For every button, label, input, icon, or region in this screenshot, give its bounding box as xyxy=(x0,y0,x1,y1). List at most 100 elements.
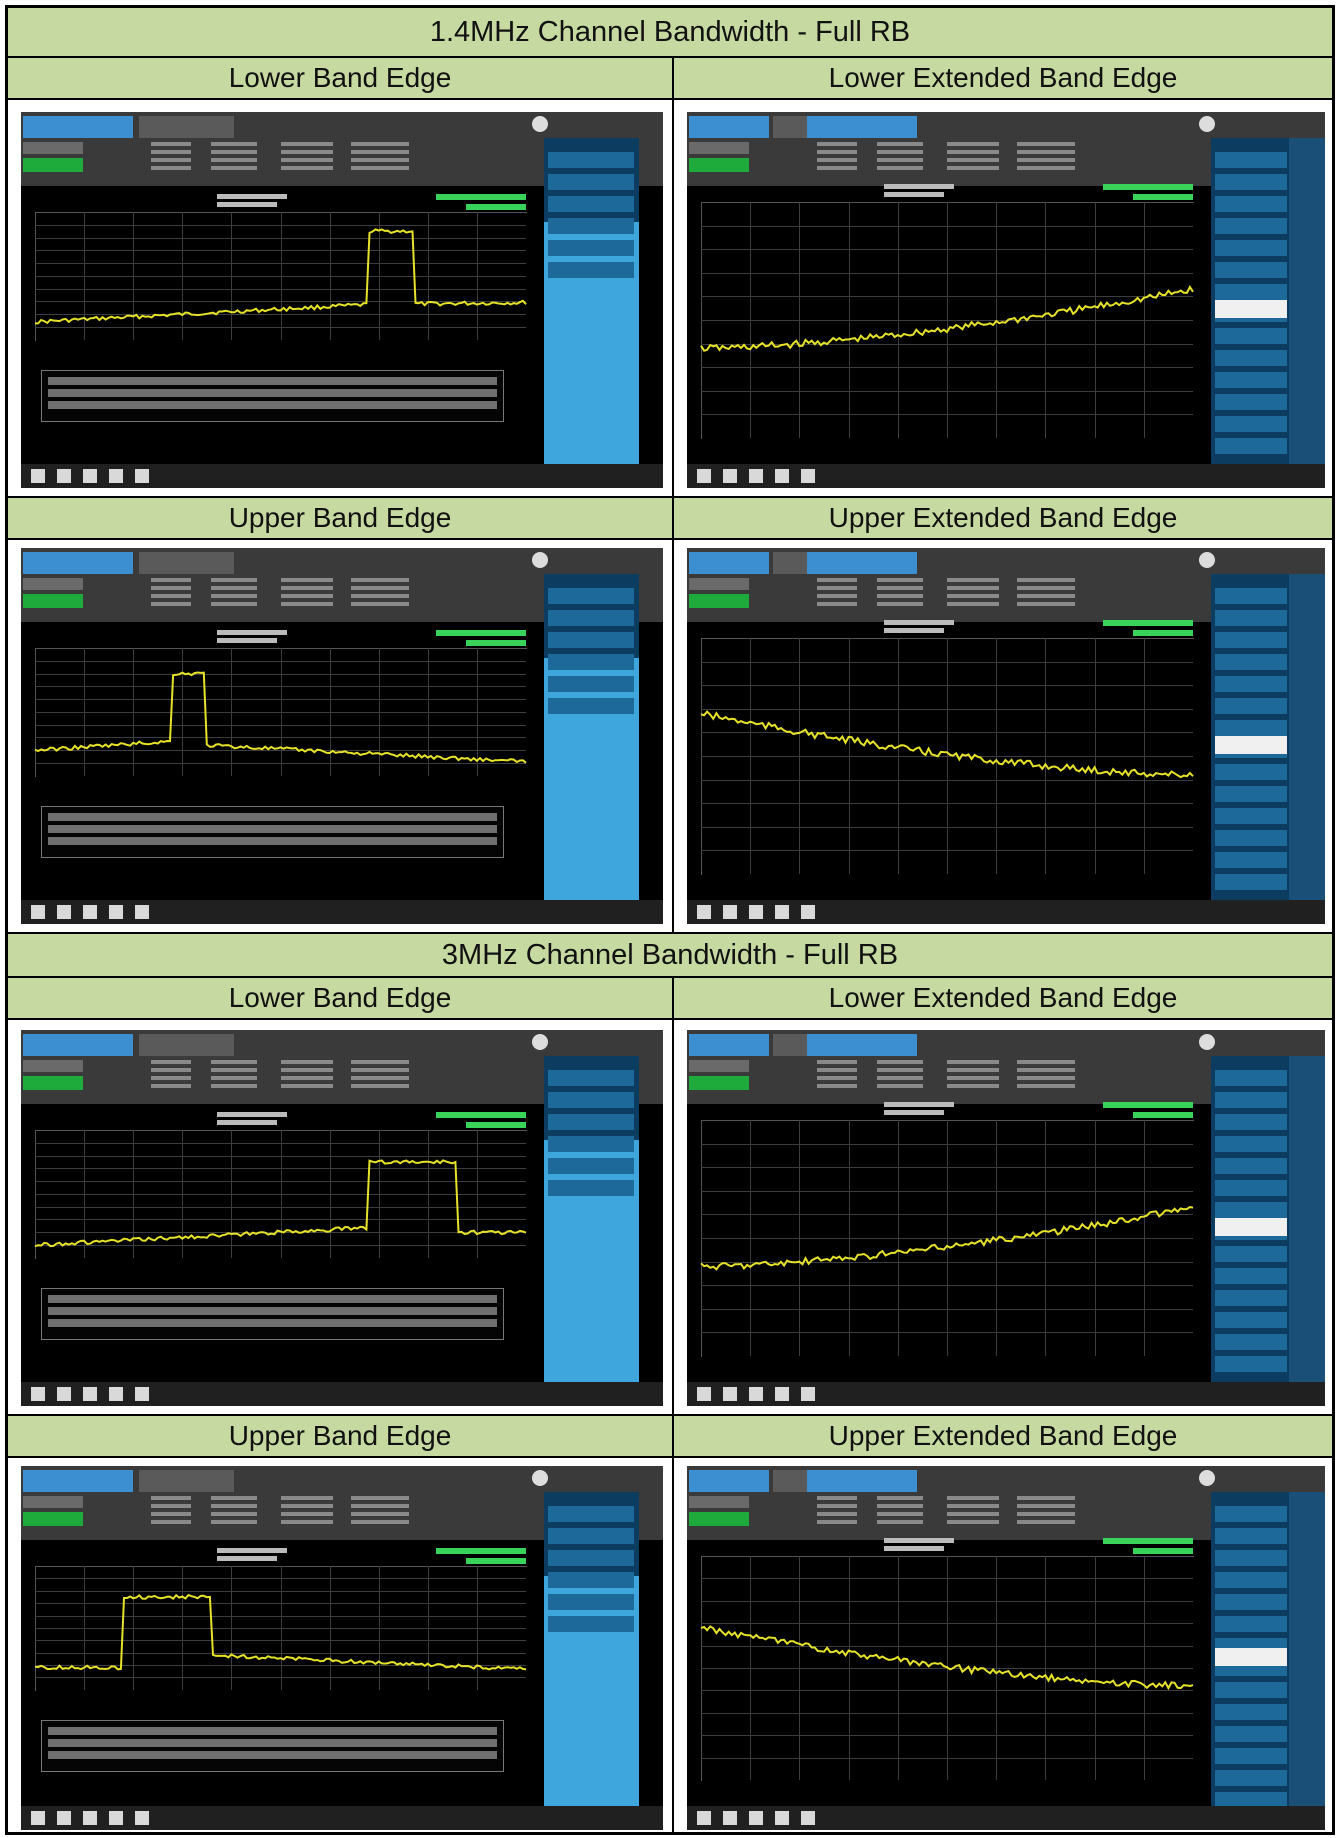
analyzer-screenshot xyxy=(21,548,663,924)
marker-table xyxy=(41,805,504,858)
toolbar-icon xyxy=(723,469,737,483)
toolbar-icon xyxy=(83,469,97,483)
trace-line xyxy=(34,1593,527,1671)
marker-table-row xyxy=(48,376,497,385)
cell-label-text: Upper Band Edge xyxy=(228,502,452,533)
toolbar-icon xyxy=(801,469,815,483)
trace-line xyxy=(34,1159,527,1248)
cell-label-text: Lower Band Edge xyxy=(228,982,452,1013)
analyzer-screenshot xyxy=(21,1466,663,1830)
toolbar-icon xyxy=(135,469,149,483)
toolbar-icon xyxy=(801,1811,815,1825)
divider xyxy=(672,100,674,496)
toolbar-icon xyxy=(697,1387,711,1401)
cell-label-text: Lower Extended Band Edge xyxy=(828,62,1178,93)
toolbar-icon xyxy=(109,1387,123,1401)
trace-line xyxy=(700,710,1194,779)
toolbar-icon xyxy=(697,905,711,919)
toolbar-icon xyxy=(775,1387,789,1401)
toolbar-icon xyxy=(31,1387,45,1401)
toolbar-icon xyxy=(775,905,789,919)
toolbar-icon xyxy=(801,1387,815,1401)
cell-label: Upper Band Edge xyxy=(8,1414,674,1458)
divider xyxy=(672,1458,674,1832)
spectrum-trace xyxy=(34,1593,527,1671)
toolbar-icon xyxy=(749,1811,763,1825)
toolbar-icon xyxy=(135,1811,149,1825)
toolbar-icon xyxy=(109,469,123,483)
analyzer-screenshot xyxy=(21,112,663,488)
trace-line xyxy=(34,671,527,764)
toolbar-icon xyxy=(83,1811,97,1825)
cell-label-text: Upper Extended Band Edge xyxy=(828,502,1178,533)
marker-table xyxy=(41,1287,504,1340)
toolbar-icon xyxy=(749,1387,763,1401)
toolbar-icon xyxy=(57,1811,71,1825)
toolbar-icon xyxy=(697,469,711,483)
trace-line xyxy=(700,1625,1194,1691)
trace-line xyxy=(700,1205,1194,1271)
toolbar-icon xyxy=(109,905,123,919)
cell-label: Lower Band Edge xyxy=(8,58,674,100)
cell-label: Lower Extended Band Edge xyxy=(674,58,1332,100)
cell-label: Upper Band Edge xyxy=(8,496,674,540)
section-title: 1.4MHz Channel Bandwidth - Full RB xyxy=(429,15,911,48)
spectrum-trace xyxy=(34,671,527,764)
toolbar-icon xyxy=(723,905,737,919)
marker-table-row xyxy=(48,400,497,409)
spectrum-trace xyxy=(700,710,1194,779)
results-table: 1.4MHz Channel Bandwidth - Full RB Lower… xyxy=(5,5,1335,1835)
analyzer-screenshot xyxy=(687,1030,1325,1406)
spectrum-trace xyxy=(700,1625,1194,1691)
analyzer-screenshot xyxy=(21,1030,663,1406)
toolbar-icon xyxy=(135,905,149,919)
section-header: 1.4MHz Channel Bandwidth - Full RB xyxy=(8,8,1332,58)
toolbar-icon xyxy=(83,1387,97,1401)
divider xyxy=(672,540,674,932)
spectrum-trace xyxy=(700,1205,1194,1271)
marker-table-row xyxy=(48,824,497,833)
toolbar-icon xyxy=(723,1387,737,1401)
marker-table-row xyxy=(48,1750,497,1759)
toolbar-icon xyxy=(109,1811,123,1825)
trace-line xyxy=(35,228,527,325)
analyzer-screenshot xyxy=(687,112,1325,488)
toolbar-icon xyxy=(775,469,789,483)
cell-label: Lower Band Edge xyxy=(8,978,674,1020)
marker-table-row xyxy=(48,1294,497,1303)
toolbar-icon xyxy=(749,905,763,919)
toolbar-icon xyxy=(57,1387,71,1401)
section-title: 3MHz Channel Bandwidth - Full RB xyxy=(441,938,899,971)
toolbar-icon xyxy=(57,469,71,483)
marker-table-row xyxy=(48,1726,497,1735)
marker-table-row xyxy=(48,812,497,821)
toolbar-icon xyxy=(135,1387,149,1401)
marker-table-row xyxy=(48,1318,497,1327)
cell-label-text: Upper Band Edge xyxy=(228,1420,452,1451)
cell-label: Upper Extended Band Edge xyxy=(674,496,1332,540)
marker-table xyxy=(41,369,504,422)
cell-label-text: Lower Extended Band Edge xyxy=(828,982,1178,1013)
divider xyxy=(672,1020,674,1414)
marker-table-row xyxy=(48,1306,497,1315)
marker-table xyxy=(41,1719,504,1772)
spectrum-trace xyxy=(34,1159,527,1248)
cell-label: Lower Extended Band Edge xyxy=(674,978,1332,1020)
marker-table-row xyxy=(48,388,497,397)
analyzer-screenshot xyxy=(687,548,1325,924)
toolbar-icon xyxy=(57,905,71,919)
marker-table-row xyxy=(48,836,497,845)
trace-line xyxy=(700,285,1194,352)
toolbar-icon xyxy=(83,905,97,919)
marker-table-row xyxy=(48,1738,497,1747)
toolbar-icon xyxy=(749,469,763,483)
section-header: 3MHz Channel Bandwidth - Full RB xyxy=(8,932,1332,978)
spectrum-trace xyxy=(35,228,527,325)
toolbar-icon xyxy=(31,1811,45,1825)
toolbar-icon xyxy=(31,905,45,919)
spectrum-trace xyxy=(700,285,1194,352)
toolbar-icon xyxy=(775,1811,789,1825)
toolbar-icon xyxy=(697,1811,711,1825)
cell-label-text: Lower Band Edge xyxy=(228,62,452,93)
analyzer-screenshot xyxy=(687,1466,1325,1830)
